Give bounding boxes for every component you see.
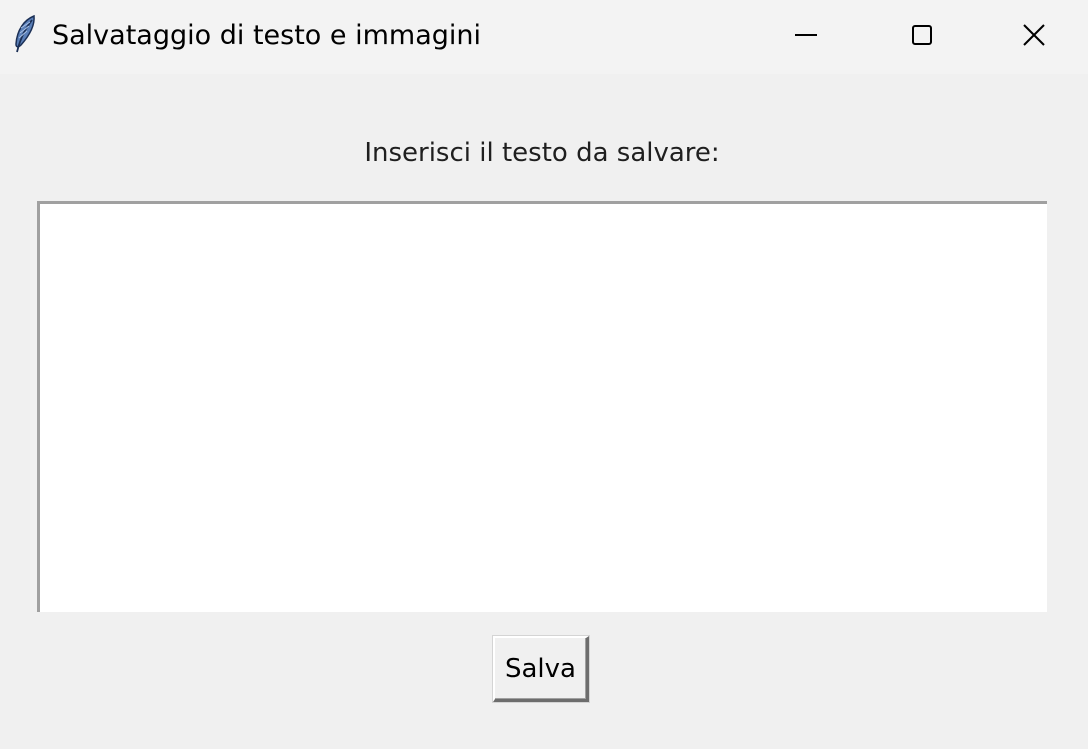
prompt-label: Inserisci il testo da salvare: [364,138,720,168]
window-content: Inserisci il testo da salvare: Salva [0,74,1088,749]
minimize-button[interactable] [748,0,864,70]
maximize-icon [910,23,934,47]
feather-icon [12,14,40,56]
minimize-icon [794,23,818,47]
close-icon [1022,23,1046,47]
save-button-label: Salva [505,653,576,684]
maximize-button[interactable] [864,0,980,70]
title-bar[interactable]: Salvataggio di testo e immagini [0,0,1088,74]
close-button[interactable] [980,0,1088,70]
app-window: Salvataggio di testo e immagini Inserisc… [0,0,1088,749]
text-input-area[interactable] [37,201,1047,612]
save-button[interactable]: Salva [493,636,589,702]
window-title: Salvataggio di testo e immagini [52,20,481,51]
